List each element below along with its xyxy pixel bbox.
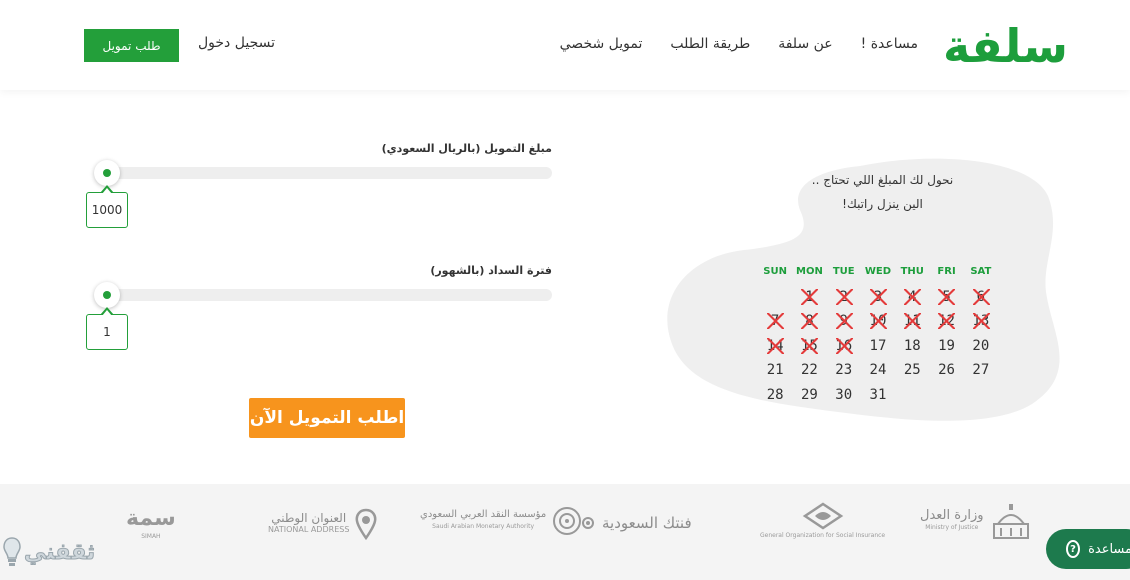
justice-emblem-icon: [992, 504, 1029, 539]
calendar-day: 26: [938, 362, 955, 378]
sama-main-text: مؤسسة النقد العربي السعودي: [420, 509, 547, 520]
fintech-gear-icon: [582, 517, 594, 529]
request-finance-now-button[interactable]: اطلب التمويل الآن: [249, 398, 405, 438]
calendar-day: [758, 285, 792, 310]
national-address-text: العنوان الوطني NATIONAL ADDRESS: [268, 512, 349, 536]
calendar-day: 19: [938, 337, 955, 354]
calendar-day: 24: [869, 362, 887, 378]
partners-strip: وزارة العدل Ministry of Justice General …: [0, 484, 1130, 580]
partner-national-address: العنوان الوطني NATIONAL ADDRESS: [268, 508, 377, 540]
amount-label: مبلغ التمويل (بالريال السعودي): [381, 142, 552, 155]
period-value-box: 1: [86, 307, 128, 350]
calendar-day: 2: [827, 285, 861, 310]
national-address-sub-text: NATIONAL ADDRESS: [268, 525, 350, 534]
calendar-day: 6: [964, 285, 998, 310]
fintech-text: فنتك السعودية: [602, 514, 692, 532]
calendar-day: 4: [895, 285, 929, 310]
period-slider-track[interactable]: [98, 289, 552, 301]
amount-slider-track[interactable]: [98, 167, 552, 179]
weekday-fri: FRI: [937, 266, 956, 277]
amount-slider-handle[interactable]: [94, 160, 120, 186]
calendar-week: 123456: [758, 285, 998, 310]
weekday-wed: WED: [864, 266, 892, 277]
national-address-main-text: العنوان الوطني: [271, 511, 347, 525]
sama-text: مؤسسة النقد العربي السعودي Saudi Arabian…: [420, 509, 546, 533]
amount-value-box: 1000: [86, 185, 128, 228]
lightbulb-icon: [3, 537, 21, 566]
simah-sub-text: SIMAH: [141, 533, 161, 540]
weekday-mon: MON: [796, 266, 823, 277]
calendar-weeks: 1 2 3 4 5 6 7 8 9 10 11 12 13 14 15 16 17 18 19 20 21 22 23 24 2…: [758, 285, 998, 408]
justice-main-text: وزارة العدل: [920, 508, 984, 523]
calendar-week: 14 15 16 17 18 19 20: [758, 334, 998, 359]
calendar-day: 20: [972, 337, 990, 354]
calendar-weekdays: SUN MON TUE WED THU FRI SAT: [758, 260, 998, 285]
calendar-day: 1: [792, 285, 826, 310]
partner-simah: سمة SIMAH: [126, 506, 176, 540]
calendar-day: 28: [766, 386, 784, 403]
calendar-day: 30: [835, 386, 853, 403]
calendar-day: 9: [827, 309, 861, 334]
calendar-day: 17: [869, 337, 887, 354]
social-insurance-sub-text: General Organization for Social Insuranc…: [760, 532, 886, 539]
partner-sama: مؤسسة النقد العربي السعودي Saudi Arabian…: [420, 506, 582, 536]
calendar-day: 3: [861, 285, 895, 310]
sama-emblem-icon: [553, 507, 582, 535]
calendar-day: 12: [929, 309, 963, 334]
watermark: ثقفني: [2, 536, 96, 568]
calendar-day: 29: [800, 386, 818, 403]
calendar-day: 5: [929, 285, 963, 310]
partner-social-insurance: General Organization for Social Insuranc…: [760, 502, 885, 539]
help-chat-button[interactable]: مساعدة ?: [1046, 529, 1130, 569]
calendar-day: [964, 383, 998, 408]
help-label: مساعدة: [1088, 541, 1130, 557]
watermark-text: ثقفني: [23, 539, 96, 565]
period-slider-handle[interactable]: [94, 282, 120, 308]
calendar-day: 23: [835, 362, 853, 378]
weekday-sat: SAT: [970, 266, 992, 277]
justice-text: وزارة العدل Ministry of Justice: [920, 508, 984, 534]
social-insurance-logo-icon: [802, 502, 843, 530]
calendar-day: 14: [758, 334, 792, 359]
justice-sub-text: Ministry of Justice: [925, 524, 979, 531]
location-pin-icon: [355, 508, 377, 540]
period-label: فترة السداد (بالشهور): [430, 264, 552, 277]
calendar-day: 25: [903, 362, 921, 378]
calendar-day: 7: [758, 309, 792, 334]
partner-ministry-of-justice: وزارة العدل Ministry of Justice: [920, 502, 1032, 542]
calendar-day: 31: [869, 386, 887, 403]
calendar-day: 22: [800, 362, 818, 378]
calendar-day: 10: [861, 309, 895, 334]
calendar-day: 11: [895, 309, 929, 334]
partner-fintech-saudi: فنتك السعودية: [580, 514, 692, 532]
calendar-day: 15: [792, 334, 826, 359]
calendar-day: 18: [903, 337, 921, 354]
calendar-day: 16: [827, 334, 861, 359]
calendar-week: 28 29 30 31: [758, 383, 998, 408]
calendar-day: [895, 383, 929, 408]
card-text: نحول لك المبلغ اللي تحتاج .. الين ينزل ر…: [760, 168, 1005, 216]
page: سلفة تمويل شخصي طريقة الطلب عن سلفة مساع…: [0, 0, 1130, 580]
calendar-day: 8: [792, 309, 826, 334]
calendar-day: 27: [972, 362, 990, 378]
calendar-week: 7 8 9 10 11 12 13: [758, 309, 998, 334]
calendar-week: 21 22 23 24 25 26 27: [758, 358, 998, 383]
calendar: SUN MON TUE WED THU FRI SAT 1 2 3 4 5 6 7 8 9 10 1…: [758, 260, 998, 407]
simah-main-text: سمة: [126, 506, 176, 531]
question-icon: ?: [1066, 540, 1081, 558]
card-line-2: الين ينزل راتبك!: [842, 197, 923, 211]
weekday-sun: SUN: [763, 266, 787, 277]
weekday-tue: TUE: [832, 266, 855, 277]
calendar-day: [929, 383, 963, 408]
calendar-day: 21: [766, 362, 784, 378]
weekday-thu: THU: [900, 266, 924, 277]
calendar-day: 13: [964, 309, 998, 334]
card-line-1: نحول لك المبلغ اللي تحتاج ..: [811, 173, 954, 187]
sama-sub-text: Saudi Arabian Monetary Authority: [432, 523, 535, 530]
